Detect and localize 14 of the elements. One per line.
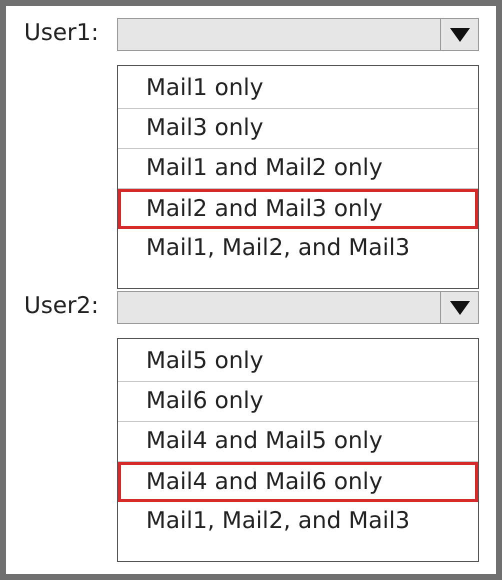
dropdown-option[interactable]: Mail4 and Mail5 only bbox=[118, 422, 478, 462]
caret-icon[interactable] bbox=[450, 28, 470, 42]
field-label: User2: bbox=[23, 292, 100, 321]
dropdown-option[interactable]: Mail1 and Mail2 only bbox=[118, 149, 478, 189]
dropdown-option[interactable]: Mail2 and Mail3 only bbox=[118, 189, 478, 229]
dropdown-option[interactable]: Mail4 and Mail6 only bbox=[118, 462, 478, 502]
dropdown-option[interactable]: Mail1 only bbox=[118, 69, 478, 109]
dropdown-option[interactable]: Mail6 only bbox=[118, 382, 478, 422]
dropdown-option[interactable]: Mail3 only bbox=[118, 109, 478, 149]
field-label: User1: bbox=[23, 19, 100, 48]
dropdown-option[interactable]: Mail1, Mail2, and Mail3 bbox=[118, 229, 478, 269]
caret-icon[interactable] bbox=[450, 300, 470, 314]
dropdown-option[interactable]: Mail1, Mail2, and Mail3 bbox=[118, 502, 478, 542]
dropdown-option[interactable]: Mail5 only bbox=[118, 342, 478, 382]
